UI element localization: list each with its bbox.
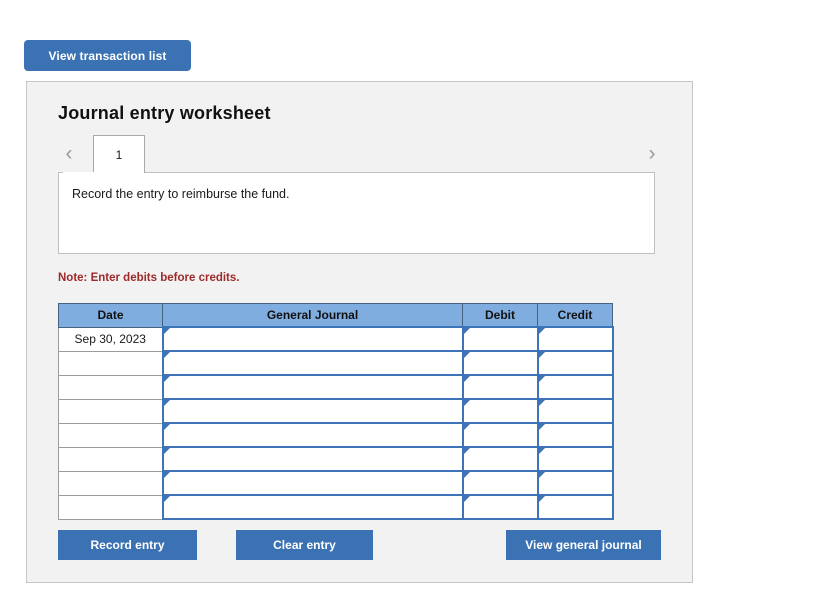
table-row — [58, 470, 614, 496]
debit-input-cell[interactable] — [461, 470, 539, 496]
date-cell[interactable] — [58, 374, 163, 400]
credit-input-cell[interactable] — [536, 326, 614, 352]
record-entry-button[interactable]: Record entry — [58, 530, 197, 560]
view-general-journal-button[interactable]: View general journal — [506, 530, 661, 560]
journal-input-cell[interactable] — [161, 494, 464, 520]
page-root: View transaction list Journal entry work… — [0, 0, 829, 613]
worksheet-tabstrip: ‹ 1 › — [58, 135, 663, 173]
debit-input-cell[interactable] — [461, 446, 539, 472]
date-cell[interactable] — [58, 350, 163, 376]
credit-input-cell[interactable] — [536, 398, 614, 424]
date-cell[interactable] — [58, 494, 163, 520]
tab-merge-strip — [63, 172, 113, 174]
entry-description-box: Record the entry to reimburse the fund. — [58, 172, 655, 254]
table-row — [58, 446, 614, 472]
debits-before-credits-note: Note: Enter debits before credits. — [58, 272, 240, 284]
worksheet-tab-1[interactable]: 1 — [93, 135, 145, 173]
journal-input-cell[interactable] — [161, 446, 464, 472]
clear-entry-button[interactable]: Clear entry — [236, 530, 373, 560]
journal-input-cell[interactable] — [161, 350, 464, 376]
journal-input-cell[interactable] — [161, 326, 464, 352]
journal-entry-table: Date General Journal Debit Credit Sep 30… — [58, 303, 614, 520]
debit-input-cell[interactable] — [461, 398, 539, 424]
journal-input-cell[interactable] — [161, 422, 464, 448]
credit-input-cell[interactable] — [536, 446, 614, 472]
debit-input-cell[interactable] — [461, 422, 539, 448]
debit-input-cell[interactable] — [461, 350, 539, 376]
table-row — [58, 374, 614, 400]
entry-description-text: Record the entry to reimburse the fund. — [72, 187, 290, 201]
previous-entry-icon[interactable]: ‹ — [58, 140, 80, 168]
table-row — [58, 422, 614, 448]
next-entry-icon[interactable]: › — [641, 140, 663, 168]
table-row — [58, 398, 614, 424]
column-header-date: Date — [58, 303, 163, 328]
column-header-credit: Credit — [537, 303, 613, 328]
date-cell[interactable] — [58, 446, 163, 472]
table-row — [58, 350, 614, 376]
date-cell[interactable]: Sep 30, 2023 — [58, 326, 163, 352]
debit-input-cell[interactable] — [461, 494, 539, 520]
journal-entry-panel: Journal entry worksheet ‹ 1 › Record the… — [26, 81, 693, 583]
table-row: Sep 30, 2023 — [58, 326, 614, 352]
credit-input-cell[interactable] — [536, 374, 614, 400]
credit-input-cell[interactable] — [536, 350, 614, 376]
date-cell[interactable] — [58, 422, 163, 448]
debit-input-cell[interactable] — [461, 374, 539, 400]
view-transaction-list-button[interactable]: View transaction list — [24, 40, 191, 71]
journal-input-cell[interactable] — [161, 398, 464, 424]
column-header-general-journal: General Journal — [162, 303, 463, 328]
date-cell[interactable] — [58, 470, 163, 496]
journal-input-cell[interactable] — [161, 374, 464, 400]
journal-input-cell[interactable] — [161, 470, 464, 496]
table-header-row: Date General Journal Debit Credit — [58, 303, 613, 328]
credit-input-cell[interactable] — [536, 470, 614, 496]
table-row — [58, 494, 614, 520]
date-cell[interactable] — [58, 398, 163, 424]
credit-input-cell[interactable] — [536, 494, 614, 520]
page-title: Journal entry worksheet — [58, 103, 271, 123]
debit-input-cell[interactable] — [461, 326, 539, 352]
column-header-debit: Debit — [462, 303, 538, 328]
credit-input-cell[interactable] — [536, 422, 614, 448]
